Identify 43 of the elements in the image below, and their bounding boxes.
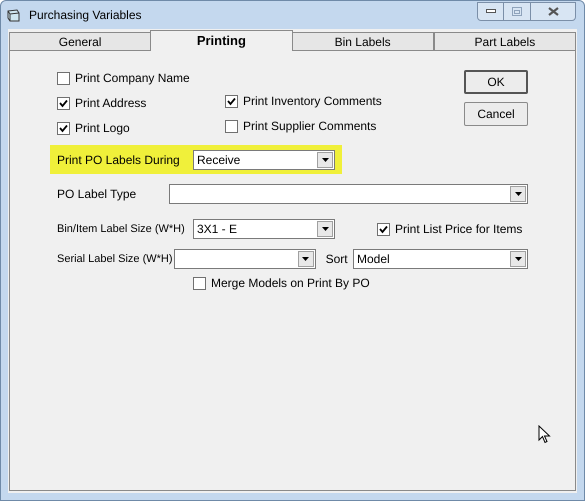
caret-icon: [302, 257, 310, 261]
checkbox-label: Print Address: [75, 95, 146, 112]
window-title: Purchasing Variables: [29, 7, 142, 24]
checkbox-label: Print Inventory Comments: [243, 93, 382, 110]
tab[interactable]: Printing: [150, 30, 292, 51]
checkbox[interactable]: [377, 222, 390, 236]
caret-icon: [514, 257, 522, 261]
checkbox-label: Print Logo: [75, 120, 130, 137]
tab[interactable]: Part Labels: [434, 32, 576, 51]
checkbox[interactable]: [225, 94, 238, 108]
window-icon: [7, 8, 21, 22]
field-label: Print PO Labels During: [57, 152, 181, 168]
tab[interactable]: General: [9, 32, 152, 51]
close-icon: [548, 6, 558, 16]
dropdown[interactable]: [174, 249, 316, 269]
minimize-icon: [486, 8, 496, 14]
tab[interactable]: Bin Labels: [292, 32, 434, 51]
checkbox-label: Print Supplier Comments: [243, 118, 376, 135]
field-label: PO Label Type: [57, 186, 138, 203]
caret-icon: [322, 227, 328, 231]
minimize-button[interactable]: [477, 2, 504, 20]
dropdown[interactable]: Receive: [193, 150, 335, 170]
dropdown[interactable]: Model: [353, 249, 528, 269]
close-button[interactable]: [530, 2, 576, 20]
dialog-button[interactable]: OK: [464, 70, 528, 94]
checkbox-label: Print Company Name: [75, 70, 190, 87]
checkbox[interactable]: [57, 72, 70, 84]
field-label: Sort: [326, 251, 349, 268]
dropdown[interactable]: [169, 184, 528, 204]
field-label: Serial Label Size (W*H): [57, 252, 174, 267]
caret-icon: [514, 192, 522, 196]
checkbox[interactable]: [57, 96, 70, 110]
mouse-pointer-icon: [538, 425, 551, 444]
checkbox[interactable]: [225, 120, 238, 132]
checkbox[interactable]: [193, 276, 206, 290]
dropdown[interactable]: 3X1 - E: [193, 219, 335, 239]
checkbox-label: Merge Models on Print By PO: [211, 275, 370, 292]
dialog-button[interactable]: Cancel: [464, 102, 528, 126]
caret-icon: [322, 158, 328, 162]
field-label: Bin/Item Label Size (W*H): [57, 222, 186, 237]
checkbox[interactable]: [57, 122, 70, 134]
maximize-icon: [512, 6, 522, 16]
checkbox-label: Print List Price for Items: [395, 221, 522, 238]
